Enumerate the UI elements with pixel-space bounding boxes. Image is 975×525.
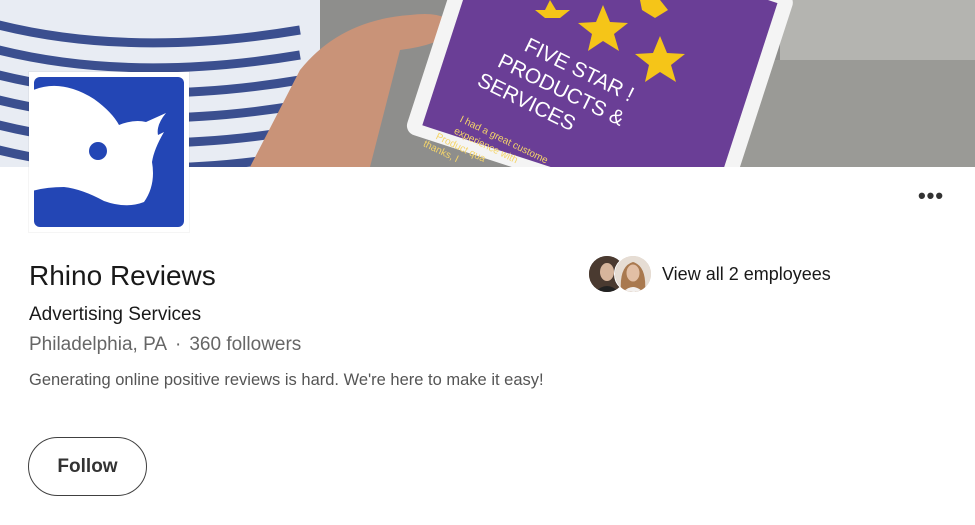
company-meta: Philadelphia, PA · 360 followers	[29, 334, 301, 356]
company-location: Philadelphia, PA	[29, 334, 168, 355]
more-options-button[interactable]: •••	[917, 182, 945, 210]
company-tagline: Generating online positive reviews is ha…	[29, 371, 544, 389]
company-logo[interactable]	[29, 72, 189, 232]
meta-separator: ·	[175, 334, 182, 355]
employee-avatars	[588, 255, 652, 293]
more-options-icon: •••	[917, 183, 945, 208]
followers-count[interactable]: 360 followers	[189, 334, 301, 355]
view-employees-link[interactable]: View all 2 employees	[588, 255, 831, 293]
company-name: Rhino Reviews	[29, 260, 216, 291]
avatar	[614, 255, 652, 293]
view-all-employees-label: View all 2 employees	[662, 263, 831, 284]
rhino-logo-icon	[34, 77, 184, 227]
company-industry: Advertising Services	[29, 304, 202, 325]
follow-button[interactable]: Follow	[28, 437, 147, 496]
